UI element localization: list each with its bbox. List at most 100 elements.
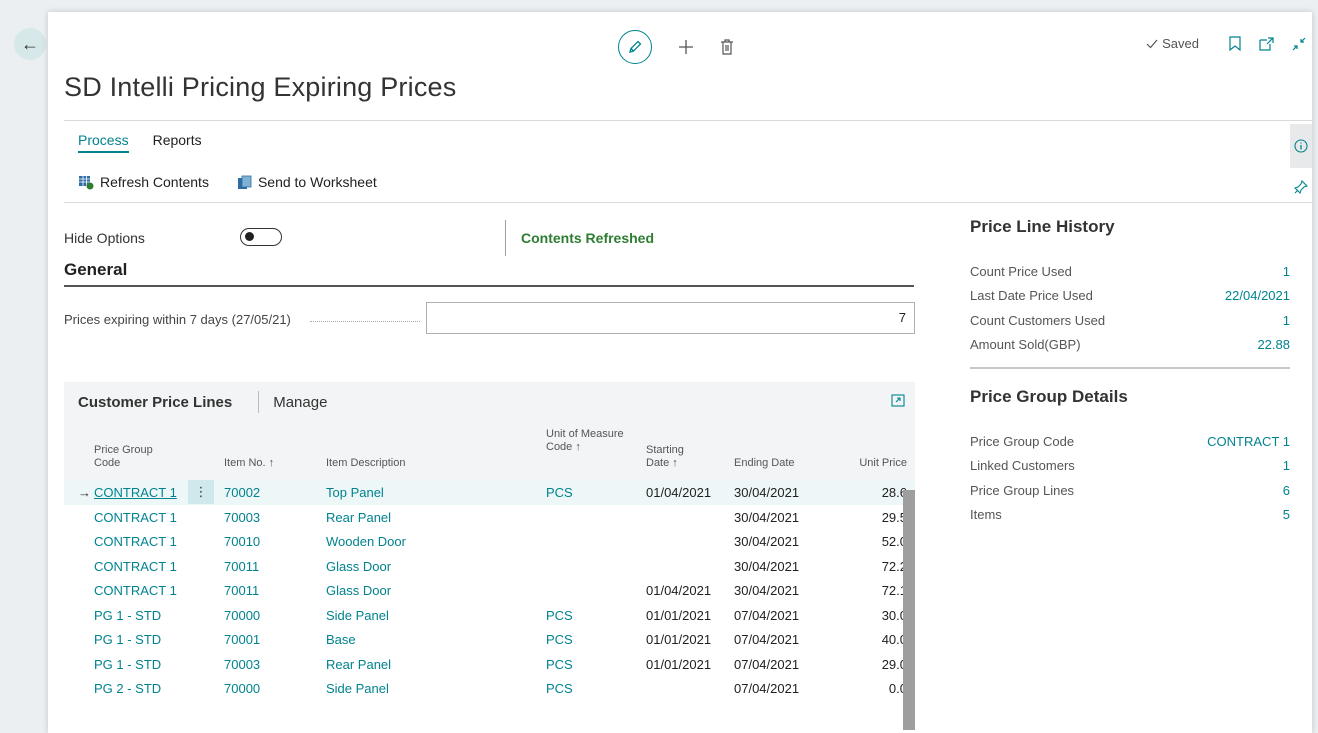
count-customers-used-value[interactable]: 1	[1283, 313, 1290, 328]
ending-date-cell[interactable]: 30/04/2021	[734, 485, 799, 500]
item-no-cell[interactable]: 70000	[224, 681, 260, 696]
item-no-cell[interactable]: 70002	[224, 485, 260, 500]
item-no-cell[interactable]: 70001	[224, 632, 260, 647]
table-row[interactable]: CONTRACT 1 70010 Wooden Door 30/04/2021 …	[64, 529, 915, 554]
count-price-used-value[interactable]: 1	[1283, 264, 1290, 279]
price-group-lines-value[interactable]: 6	[1283, 483, 1290, 498]
pin-button[interactable]	[1293, 179, 1309, 199]
delete-button[interactable]	[720, 39, 734, 55]
column-item-no[interactable]: Item No. ↑	[224, 457, 274, 470]
lines-title[interactable]: Customer Price Lines	[78, 394, 232, 411]
price-group-code-cell[interactable]: CONTRACT 1	[94, 534, 177, 549]
table-row[interactable]: CONTRACT 1 70011 Glass Door 30/04/2021 7…	[64, 554, 915, 579]
items-value[interactable]: 5	[1283, 507, 1290, 522]
item-description-cell[interactable]: Side Panel	[326, 681, 389, 696]
price-group-code-cell[interactable]: PG 1 - STD	[94, 657, 161, 672]
table-row[interactable]: CONTRACT 1 70003 Rear Panel 30/04/2021 2…	[64, 505, 915, 530]
starting-date-cell[interactable]: 01/04/2021	[646, 583, 711, 598]
open-new-window-button[interactable]	[1259, 36, 1274, 51]
column-starting-date[interactable]: Starting Date ↑	[646, 444, 702, 470]
details-pane-toggle[interactable]	[1290, 124, 1312, 168]
price-group-code-cell[interactable]: PG 1 - STD	[94, 608, 161, 623]
price-group-code-value[interactable]: CONTRACT 1	[1207, 434, 1290, 449]
tab-reports[interactable]: Reports	[153, 132, 202, 153]
item-no-cell[interactable]: 70011	[224, 583, 259, 598]
price-group-code-cell[interactable]: CONTRACT 1	[94, 510, 177, 525]
ending-date-cell[interactable]: 30/04/2021	[734, 583, 799, 598]
uom-cell[interactable]: PCS	[546, 681, 573, 696]
bookmark-button[interactable]	[1229, 36, 1241, 51]
column-ending-date[interactable]: Ending Date	[734, 457, 795, 470]
column-price-group-code[interactable]: Price Group Code	[94, 444, 174, 470]
send-to-worksheet-button[interactable]: Send to Worksheet	[237, 174, 377, 190]
last-date-price-used-value[interactable]: 22/04/2021	[1225, 288, 1290, 303]
hide-options-toggle[interactable]	[240, 228, 282, 246]
item-no-cell[interactable]: 70011	[224, 559, 259, 574]
ending-date-cell[interactable]: 30/04/2021	[734, 534, 799, 549]
price-group-code-cell[interactable]: PG 1 - STD	[94, 632, 161, 647]
item-description-cell[interactable]: Base	[326, 632, 356, 647]
table-row[interactable]: PG 1 - STD 70001 Base PCS 01/01/2021 07/…	[64, 627, 915, 652]
table-row[interactable]: PG 1 - STD 70003 Rear Panel PCS 01/01/20…	[64, 652, 915, 677]
price-group-code-cell[interactable]: CONTRACT 1	[94, 559, 177, 574]
item-description-cell[interactable]: Rear Panel	[326, 510, 391, 525]
ending-date-cell[interactable]: 07/04/2021	[734, 608, 799, 623]
uom-cell[interactable]: PCS	[546, 608, 573, 623]
item-description-cell[interactable]: Wooden Door	[326, 534, 406, 549]
uom-cell[interactable]: PCS	[546, 485, 573, 500]
factbox-row: Price Group Lines 6	[970, 478, 1290, 503]
item-description-cell[interactable]: Top Panel	[326, 485, 384, 500]
back-button[interactable]: ←	[14, 28, 46, 60]
ending-date-cell[interactable]: 07/04/2021	[734, 681, 799, 696]
table-row[interactable]: PG 1 - STD 70000 Side Panel PCS 01/01/20…	[64, 603, 915, 628]
price-group-details-title[interactable]: Price Group Details	[970, 387, 1290, 407]
table-row[interactable]: → CONTRACT 1 ⋮ 70002 Top Panel PCS 01/04…	[64, 480, 915, 505]
ending-date-cell[interactable]: 07/04/2021	[734, 632, 799, 647]
price-group-code-cell[interactable]: CONTRACT 1	[94, 485, 177, 500]
item-description-cell[interactable]: Glass Door	[326, 583, 391, 598]
manage-menu[interactable]: Manage	[273, 394, 327, 411]
table-row[interactable]: PG 2 - STD 70000 Side Panel PCS 07/04/20…	[64, 676, 915, 701]
price-group-code-cell[interactable]: CONTRACT 1	[94, 583, 177, 598]
starting-date-cell[interactable]: 01/01/2021	[646, 657, 711, 672]
new-button[interactable]	[678, 39, 694, 55]
item-no-cell[interactable]: 70010	[224, 534, 260, 549]
ending-date-cell[interactable]: 30/04/2021	[734, 510, 799, 525]
item-no-cell[interactable]: 70003	[224, 510, 260, 525]
column-unit-price[interactable]: Unit Price	[859, 457, 907, 470]
linked-customers-value[interactable]: 1	[1283, 458, 1290, 473]
item-no-cell[interactable]: 70000	[224, 608, 260, 623]
general-section-title[interactable]: General	[64, 260, 127, 280]
item-description-cell[interactable]: Side Panel	[326, 608, 389, 623]
ending-date-cell[interactable]: 30/04/2021	[734, 559, 799, 574]
collapse-button[interactable]	[1292, 37, 1306, 51]
item-description-cell[interactable]: Glass Door	[326, 559, 391, 574]
row-actions-menu-icon[interactable]: ⋮	[188, 480, 214, 504]
price-group-code-cell[interactable]: PG 2 - STD	[94, 681, 161, 696]
price-line-history-title[interactable]: Price Line History	[970, 217, 1290, 237]
tab-process[interactable]: Process	[78, 132, 129, 153]
status-message: Contents Refreshed	[521, 230, 655, 246]
starting-date-cell[interactable]: 01/04/2021	[646, 485, 711, 500]
expire-days-field[interactable]: 7	[426, 302, 915, 334]
uom-cell[interactable]: PCS	[546, 657, 573, 672]
uom-cell[interactable]: PCS	[546, 632, 573, 647]
grid-scrollbar[interactable]	[903, 490, 915, 730]
ending-date-cell[interactable]: 07/04/2021	[734, 657, 799, 672]
starting-date-cell[interactable]: 01/01/2021	[646, 632, 711, 647]
expand-part-button[interactable]	[891, 394, 905, 411]
table-row[interactable]: CONTRACT 1 70011 Glass Door 01/04/2021 3…	[64, 578, 915, 603]
amount-sold-value[interactable]: 22.88	[1257, 337, 1290, 352]
saved-label: Saved	[1162, 36, 1199, 51]
item-no-cell[interactable]: 70003	[224, 657, 260, 672]
collapse-icon	[1292, 37, 1306, 50]
options-row: Hide Options Contents Refreshed	[64, 220, 914, 260]
edit-button[interactable]	[618, 30, 652, 64]
starting-date-cell[interactable]: 01/01/2021	[646, 608, 711, 623]
title-divider	[64, 120, 1312, 121]
amount-sold-label: Amount Sold(GBP)	[970, 337, 1081, 353]
refresh-contents-button[interactable]: Refresh Contents	[78, 174, 209, 190]
item-description-cell[interactable]: Rear Panel	[326, 657, 391, 672]
column-unit-of-measure-code[interactable]: Unit of Measure Code ↑	[546, 428, 636, 454]
column-item-description[interactable]: Item Description	[326, 457, 405, 470]
